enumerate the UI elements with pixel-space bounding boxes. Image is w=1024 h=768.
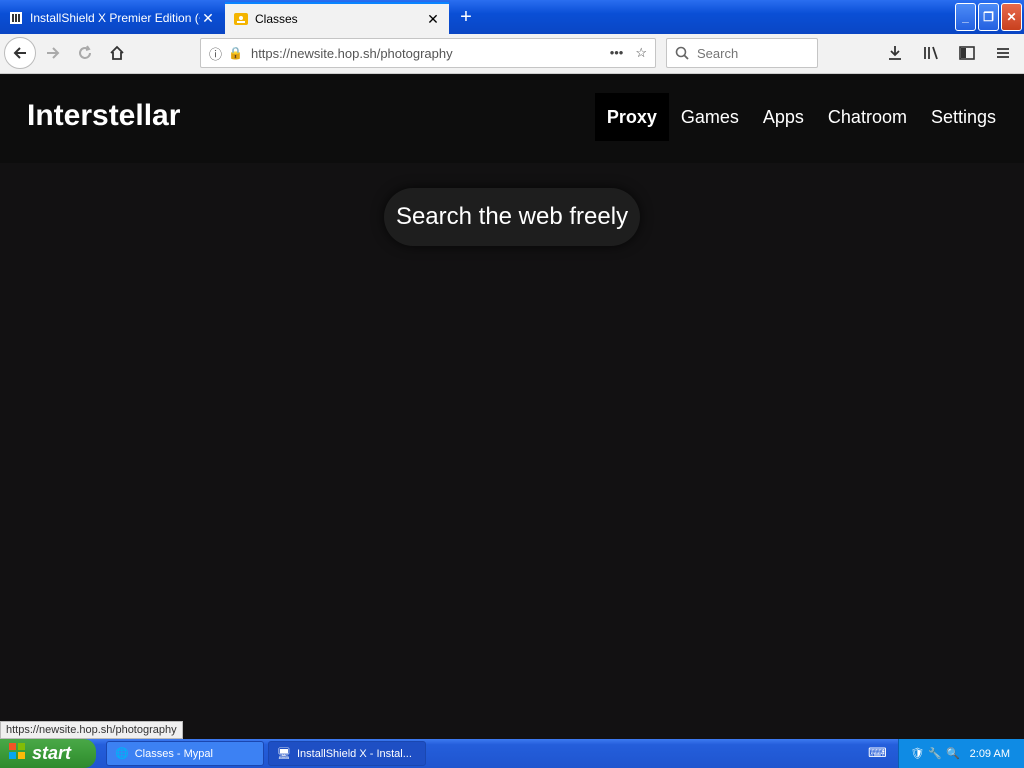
hamburger-menu-icon	[997, 48, 1009, 58]
hero-search-button[interactable]: Search the web freely	[384, 188, 640, 246]
reload-button[interactable]	[70, 38, 100, 68]
status-url-tooltip: https://newsite.hop.sh/photography	[0, 721, 183, 739]
keyboard-icon[interactable]: ⌨	[868, 745, 887, 761]
sidebar-button[interactable]	[952, 38, 982, 68]
nav-settings[interactable]: Settings	[919, 93, 1008, 141]
restore-button[interactable]: ❐	[978, 3, 999, 31]
close-icon[interactable]: ✕	[200, 10, 216, 27]
start-label: start	[32, 743, 72, 763]
page-actions-icon[interactable]: •••	[610, 45, 624, 61]
tab-installshield[interactable]: InstallShield X Premier Edition (+U ✕	[0, 2, 224, 34]
back-button[interactable]	[4, 37, 36, 69]
taskbar: start 🌐 Classes - Mypal 🖥 InstallShield …	[0, 739, 1024, 768]
tab-title: InstallShield X Premier Edition (+U	[30, 11, 200, 25]
tab-classes[interactable]: Classes ✕	[225, 2, 449, 34]
close-icon[interactable]: ✕	[425, 11, 441, 28]
taskbar-item-label: InstallShield X - Instal...	[296, 747, 412, 760]
nav-games[interactable]: Games	[669, 93, 751, 141]
page-content: Interstellar Proxy Games Apps Chatroom S…	[0, 75, 1024, 739]
window-close-button[interactable]: ✕	[1001, 3, 1022, 31]
installshield-icon	[8, 10, 24, 26]
nav-proxy[interactable]: Proxy	[594, 93, 669, 141]
nav-apps[interactable]: Apps	[751, 93, 816, 141]
home-icon	[110, 45, 124, 60]
clock: 2:09 AM	[969, 747, 1010, 760]
lock-icon[interactable]: 🔒	[228, 46, 243, 60]
classroom-icon	[233, 11, 249, 27]
site-logo[interactable]: Interstellar	[27, 99, 180, 133]
downloads-button[interactable]	[880, 38, 910, 68]
home-button[interactable]	[102, 38, 132, 68]
sidebar-icon	[959, 46, 975, 60]
taskbar-item-mypal[interactable]: 🌐 Classes - Mypal	[106, 741, 264, 766]
url-text[interactable]: https://newsite.hop.sh/photography	[251, 46, 610, 61]
browser-tab-bar: InstallShield X Premier Edition (+U ✕ Cl…	[0, 0, 1024, 34]
forward-button[interactable]	[38, 38, 68, 68]
url-bar[interactable]: ⓘ 🔒 https://newsite.hop.sh/photography •…	[200, 38, 656, 68]
mypal-icon: 🌐	[115, 748, 129, 760]
installshield-icon: 🖥	[277, 748, 291, 760]
search-icon	[675, 46, 689, 60]
windows-logo-icon	[8, 742, 26, 765]
system-tray: 🛡 🔧 🔍 2:09 AM	[898, 739, 1024, 768]
tab-title: Classes	[255, 12, 298, 26]
menu-button[interactable]	[988, 38, 1018, 68]
search-input[interactable]	[697, 45, 807, 61]
nav-chatroom[interactable]: Chatroom	[816, 93, 919, 141]
new-tab-button[interactable]: +	[452, 4, 480, 30]
start-button[interactable]: start	[0, 739, 96, 768]
info-icon[interactable]: ⓘ	[209, 44, 222, 63]
taskbar-item-installshield[interactable]: 🖥 InstallShield X - Instal...	[268, 741, 426, 766]
security-shield-icon[interactable]: 🛡	[910, 747, 924, 760]
library-icon	[924, 46, 938, 60]
search-box[interactable]	[666, 38, 818, 68]
site-header: Interstellar Proxy Games Apps Chatroom S…	[0, 75, 1024, 163]
browser-nav-bar: ⓘ 🔒 https://newsite.hop.sh/photography •…	[0, 34, 1024, 74]
taskbar-item-label: Classes - Mypal	[134, 747, 213, 760]
site-nav: Proxy Games Apps Chatroom Settings	[594, 93, 1008, 141]
search-tray-icon[interactable]: 🔍	[946, 747, 960, 760]
reload-icon	[79, 45, 91, 59]
network-icon[interactable]: 🔧	[928, 747, 942, 760]
library-button[interactable]	[916, 38, 946, 68]
download-icon	[889, 46, 901, 60]
minimize-button[interactable]: _	[955, 3, 976, 31]
arrow-left-icon	[13, 47, 26, 59]
bookmark-star-icon[interactable]: ☆	[635, 45, 647, 61]
arrow-right-icon	[47, 47, 60, 59]
